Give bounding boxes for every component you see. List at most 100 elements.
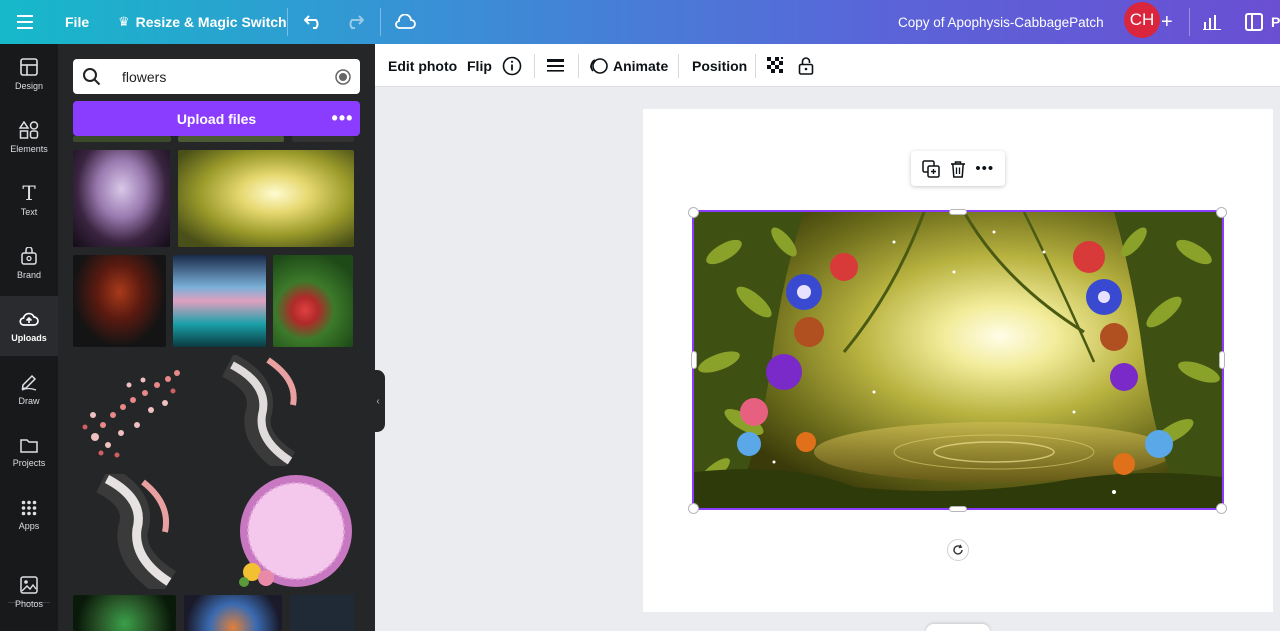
edit-photo-button[interactable]: Edit photo (388, 44, 457, 87)
divider (755, 54, 756, 78)
text-icon: T (22, 180, 36, 205)
redo-icon[interactable] (344, 0, 364, 44)
rail-item-photos[interactable]: Photos (0, 562, 58, 622)
document-title[interactable]: Copy of Apophysis-CabbagePatch (898, 0, 1104, 44)
upload-thumbnail[interactable] (73, 255, 166, 347)
crown-icon: ♛ (118, 14, 130, 29)
flip-button[interactable]: Flip (467, 44, 492, 87)
resize-handle-bottom-left[interactable] (688, 503, 699, 514)
cloud-save-icon[interactable] (394, 0, 416, 44)
upload-thumbnail[interactable] (73, 136, 171, 142)
undo-icon[interactable] (304, 0, 324, 44)
border-style-icon[interactable] (547, 44, 565, 87)
collapse-panel-handle[interactable]: ‹ (371, 370, 385, 432)
upload-thumbnail[interactable] (73, 474, 193, 589)
file-menu-button[interactable]: File (65, 0, 89, 44)
rail-item-design[interactable]: Design (0, 44, 58, 104)
animate-button[interactable]: Animate (590, 44, 668, 87)
insights-chart-icon[interactable] (1203, 0, 1221, 44)
shapes-icon (19, 120, 39, 139)
grid-icon (21, 500, 37, 515)
resize-handle-bottom-right[interactable] (1216, 503, 1227, 514)
top-bar: File ♛ Resize & Magic Switch Copy of Apo… (0, 0, 1280, 44)
upload-thumbnail[interactable] (178, 150, 354, 247)
resize-handle-top-left[interactable] (688, 207, 699, 218)
resize-handle-bottom[interactable] (949, 506, 967, 512)
rail-item-projects[interactable]: Projects (0, 422, 58, 482)
rail-item-uploads[interactable]: Uploads (0, 296, 58, 356)
animate-icon (590, 57, 608, 74)
divider (287, 8, 288, 36)
rail-label: Design (14, 80, 43, 91)
upload-thumbnail[interactable] (292, 136, 354, 142)
rotate-handle[interactable] (947, 539, 969, 561)
cloud-upload-icon (19, 312, 39, 326)
floating-element-toolbar: ••• (911, 151, 1005, 186)
upload-files-label: Upload files (176, 110, 257, 127)
folder-icon (20, 438, 38, 453)
resize-handle-top[interactable] (949, 209, 967, 215)
rail-label: Apps (18, 520, 40, 531)
rail-label: Text (20, 206, 38, 217)
lock-icon[interactable] (798, 44, 814, 87)
upload-thumbnail[interactable] (73, 355, 189, 466)
left-rail: Design Elements T Text Brand Uploads Dra… (0, 44, 58, 631)
divider (678, 54, 679, 78)
upload-thumbnail[interactable] (73, 595, 176, 631)
upload-files-button[interactable]: Upload files ••• (73, 101, 360, 136)
avatar[interactable]: CH (1124, 2, 1160, 38)
rail-label: Photos (14, 598, 44, 609)
rail-label: Projects (12, 457, 46, 468)
add-collaborator-icon[interactable]: + (1161, 0, 1173, 44)
chevron-left-icon: ‹ (376, 395, 380, 407)
rail-item-apps[interactable]: Apps (0, 485, 58, 545)
rail-item-draw[interactable]: Draw (0, 359, 58, 419)
search-field[interactable]: flowers (73, 59, 360, 94)
resize-handle-right[interactable] (1219, 351, 1225, 369)
notes-drawer-handle[interactable] (926, 624, 990, 631)
upload-thumbnail[interactable] (173, 255, 266, 347)
rail-item-elements[interactable]: Elements (0, 107, 58, 167)
rail-label: Brand (16, 269, 42, 280)
rail-item-brand[interactable]: Brand (0, 233, 58, 293)
upload-thumbnail[interactable] (184, 595, 282, 631)
rail-label: Elements (10, 143, 48, 154)
fantasy-forest-image (694, 212, 1222, 508)
info-icon[interactable] (502, 44, 522, 87)
present-icon[interactable] (1245, 0, 1263, 44)
animate-label: Animate (613, 57, 669, 74)
upload-thumbnail[interactable] (290, 595, 354, 631)
share-label-truncated[interactable]: P (1271, 0, 1280, 44)
clear-icon[interactable] (335, 68, 351, 85)
upload-thumbnail[interactable] (273, 255, 353, 347)
selected-image-element[interactable] (692, 210, 1224, 510)
hamburger-menu-icon[interactable] (17, 0, 35, 44)
duplicate-icon[interactable] (922, 159, 940, 178)
divider (1189, 8, 1190, 36)
trash-icon[interactable] (950, 160, 966, 178)
upload-thumbnail[interactable] (73, 150, 170, 247)
resize-magic-switch-button[interactable]: ♛ Resize & Magic Switch (118, 0, 287, 44)
transparency-icon[interactable] (767, 44, 785, 87)
image-icon (20, 575, 38, 594)
resize-label: Resize & Magic Switch (135, 14, 287, 30)
context-toolbar: Edit photo Flip Animate Position (375, 44, 1280, 87)
more-options-icon[interactable]: ••• (975, 160, 994, 177)
upload-thumbnail[interactable] (178, 136, 284, 142)
rail-label: Draw (18, 395, 40, 406)
uploads-panel: flowers Upload files ••• (58, 44, 375, 631)
search-input[interactable]: flowers (122, 69, 166, 85)
more-options-icon[interactable]: ••• (325, 101, 360, 136)
divider (578, 54, 579, 78)
upload-thumbnail[interactable] (218, 355, 318, 466)
brand-icon (21, 246, 37, 265)
rail-label: Uploads (11, 332, 47, 343)
resize-handle-top-right[interactable] (1216, 207, 1227, 218)
rotate-icon (953, 544, 963, 555)
divider (380, 8, 381, 36)
position-button[interactable]: Position (692, 44, 747, 87)
search-icon (83, 68, 101, 86)
resize-handle-left[interactable] (691, 351, 697, 369)
rail-item-text[interactable]: T Text (0, 170, 58, 230)
upload-thumbnail[interactable] (234, 474, 354, 589)
